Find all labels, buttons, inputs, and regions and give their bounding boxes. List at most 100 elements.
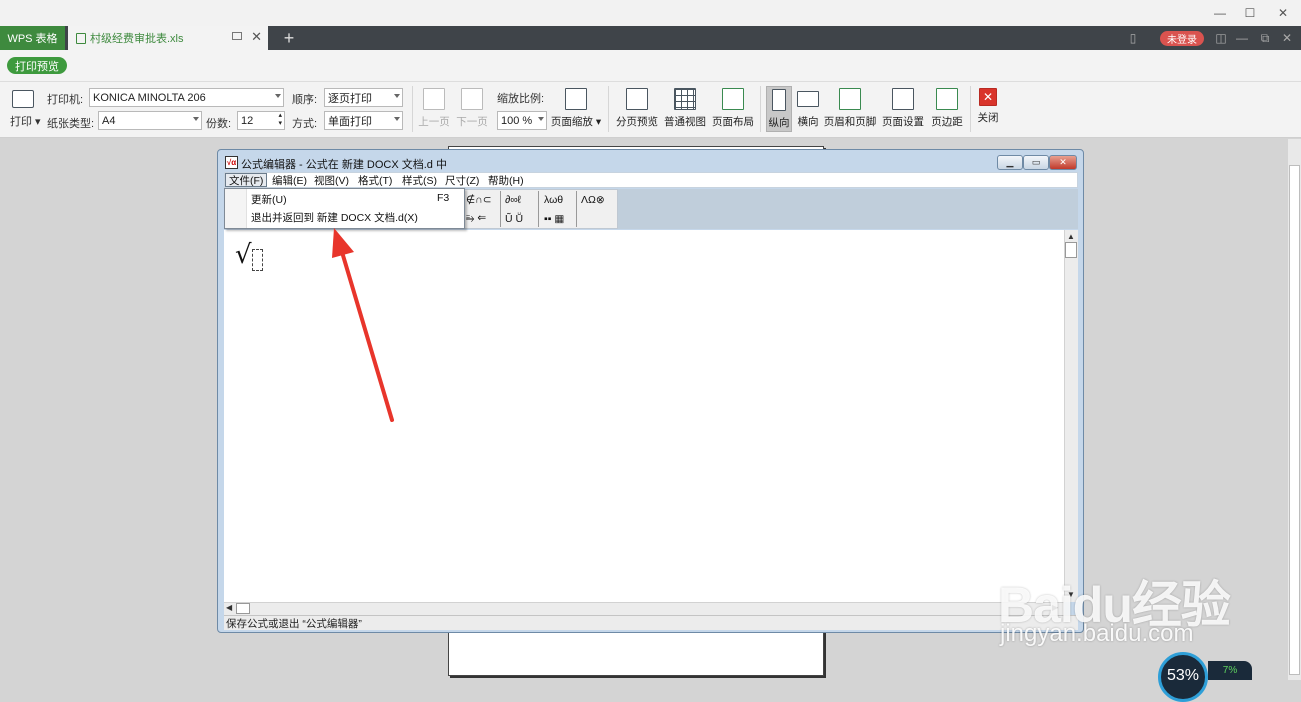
- equation-menu-bar: [224, 172, 1078, 188]
- mode-label: 方式:: [292, 118, 318, 130]
- equation-status-bar: 保存公式或退出 “公式编辑器”: [224, 615, 1078, 630]
- maximize-icon[interactable]: ☐: [1235, 0, 1265, 26]
- tab-close-window-icon[interactable]: ✕: [1278, 28, 1296, 48]
- toolbar-divider: [412, 86, 413, 132]
- print-preview-button[interactable]: 打印预览: [7, 57, 67, 74]
- equation-slot[interactable]: [252, 249, 263, 271]
- equation-hscroll-thumb[interactable]: [236, 603, 250, 614]
- palette-divider: [500, 191, 501, 227]
- app-tab[interactable]: WPS 表格: [0, 26, 65, 50]
- page-layout-button[interactable]: 页面布局: [712, 86, 754, 132]
- paper-type-label: 纸张类型:: [47, 118, 95, 130]
- palette-divider: [576, 191, 577, 227]
- login-button[interactable]: 未登录: [1160, 31, 1204, 46]
- landscape-button[interactable]: 横向: [796, 86, 820, 132]
- equation-horizontal-scrollbar[interactable]: [224, 602, 1064, 615]
- window-title-bar: [0, 0, 1301, 26]
- greek-lower-palette[interactable]: λωθ: [544, 191, 563, 208]
- device-icon[interactable]: ▯: [1124, 28, 1142, 48]
- next-page-icon: [461, 88, 483, 110]
- menu-icon-gutter: [225, 189, 247, 228]
- portrait-button[interactable]: 纵向: [766, 86, 792, 132]
- menu-style[interactable]: 样式(S): [399, 173, 440, 187]
- menu-view[interactable]: 视图(V): [311, 173, 352, 187]
- page-zoom-icon: [565, 88, 587, 110]
- mode-select[interactable]: 单面打印: [324, 111, 403, 130]
- arrow-templates-palette[interactable]: ⥱ ⇐: [466, 210, 486, 227]
- spreadsheet-file-icon: [76, 32, 86, 44]
- tab-minimize-icon[interactable]: —: [1233, 28, 1251, 48]
- menu-edit[interactable]: 编辑(E): [269, 173, 310, 187]
- baidu-watermark-url: jingyan.baidu.com: [1000, 620, 1194, 647]
- paper-type-select[interactable]: A4: [98, 111, 202, 130]
- print-preview-bar: [0, 50, 1301, 82]
- document-tab-label: 村级经费审批表.xls: [90, 33, 184, 45]
- update-shortcut: F3: [437, 192, 450, 204]
- greek-upper-palette[interactable]: ΛΩ⊗: [581, 191, 605, 208]
- page-layout-icon: [722, 88, 744, 110]
- close-red-icon: ✕: [979, 88, 997, 106]
- header-footer-icon: [839, 88, 861, 110]
- tab-restore-icon[interactable]: ⧉: [1256, 28, 1274, 48]
- page-setup-icon: [892, 88, 914, 110]
- menu-item-update[interactable]: 更新(U): [251, 192, 287, 207]
- palette-background: [618, 189, 1078, 229]
- close-icon[interactable]: ✕: [1268, 0, 1298, 26]
- set-symbols-palette[interactable]: ∉∩⊂: [466, 191, 492, 208]
- minimize-icon[interactable]: —: [1205, 0, 1235, 26]
- header-footer-button[interactable]: 页眉和页脚: [824, 86, 876, 132]
- scrollbar-thumb[interactable]: [1289, 165, 1300, 675]
- menu-help[interactable]: 帮助(H): [485, 173, 527, 187]
- toolbar-divider: [608, 86, 609, 132]
- zoom-label: 缩放比例:: [497, 93, 545, 105]
- toolbar-divider: [760, 86, 761, 132]
- misc-symbols-palette[interactable]: ∂∞ℓ: [505, 191, 521, 208]
- tab-close-icon[interactable]: ✕: [251, 29, 262, 45]
- next-page-button[interactable]: 下一页: [456, 86, 488, 132]
- margins-icon: [936, 88, 958, 110]
- zoom-select[interactable]: 100 %: [497, 111, 547, 130]
- printer-select[interactable]: KONICA MINOLTA 206: [89, 88, 284, 107]
- equation-editor-title: 公式编辑器 - 公式在 新建 DOCX 文档.d 中: [241, 159, 447, 171]
- performance-small-readout: 7%: [1208, 661, 1252, 680]
- copies-stepper[interactable]: 12 ▴ ▾: [237, 111, 285, 130]
- annotation-arrow: [332, 228, 394, 422]
- eq-close-icon[interactable]: ✕: [1049, 155, 1077, 170]
- prev-page-icon: [423, 88, 445, 110]
- scroll-left-icon[interactable]: ◀: [226, 603, 232, 612]
- page-setup-button[interactable]: 页面设置: [882, 86, 924, 132]
- matrix-templates-palette[interactable]: ▪▪ ▦: [544, 210, 564, 227]
- performance-meter[interactable]: 53%: [1158, 652, 1208, 702]
- page-break-preview-button[interactable]: 分页预览: [616, 86, 658, 132]
- menu-size[interactable]: 尺寸(Z): [442, 173, 482, 187]
- page-zoom-button[interactable]: 页面缩放 ▾: [551, 86, 601, 132]
- skin-icon[interactable]: ◫: [1212, 28, 1230, 48]
- scroll-up-icon[interactable]: ▲: [1067, 232, 1075, 241]
- equation-scroll-thumb[interactable]: [1065, 242, 1077, 258]
- palette-divider: [538, 191, 539, 227]
- new-tab-icon[interactable]: +: [278, 27, 300, 49]
- printer-icon[interactable]: [12, 90, 34, 108]
- print-button[interactable]: 打印 ▾: [10, 113, 41, 129]
- grid-icon: [674, 88, 696, 110]
- square-root-symbol: √: [235, 240, 252, 270]
- page-break-icon: [626, 88, 648, 110]
- order-select[interactable]: 逐页打印: [324, 88, 403, 107]
- menu-format[interactable]: 格式(T): [355, 173, 395, 187]
- pin-icon[interactable]: [232, 32, 242, 40]
- order-label: 顺序:: [292, 94, 318, 106]
- eq-minimize-icon[interactable]: ▁: [997, 155, 1023, 170]
- printer-label: 打印机:: [47, 94, 84, 106]
- equation-editor-icon: √α: [225, 156, 238, 169]
- prev-page-button[interactable]: 上一页: [418, 86, 450, 132]
- margins-button[interactable]: 页边距: [929, 86, 965, 132]
- close-preview-button[interactable]: ✕ 关闭: [976, 86, 1000, 132]
- document-tab[interactable]: 村级经费审批表.xls ✕: [68, 26, 268, 50]
- landscape-icon: [797, 91, 819, 107]
- equation-vertical-scrollbar[interactable]: [1064, 230, 1078, 602]
- accent-templates-palette[interactable]: Ũ Ṻ: [505, 210, 523, 227]
- portrait-icon: [772, 89, 786, 111]
- normal-view-button[interactable]: 普通视图: [664, 86, 706, 132]
- menu-file[interactable]: 文件(F): [225, 173, 268, 187]
- eq-maximize-icon[interactable]: ▭: [1023, 155, 1049, 170]
